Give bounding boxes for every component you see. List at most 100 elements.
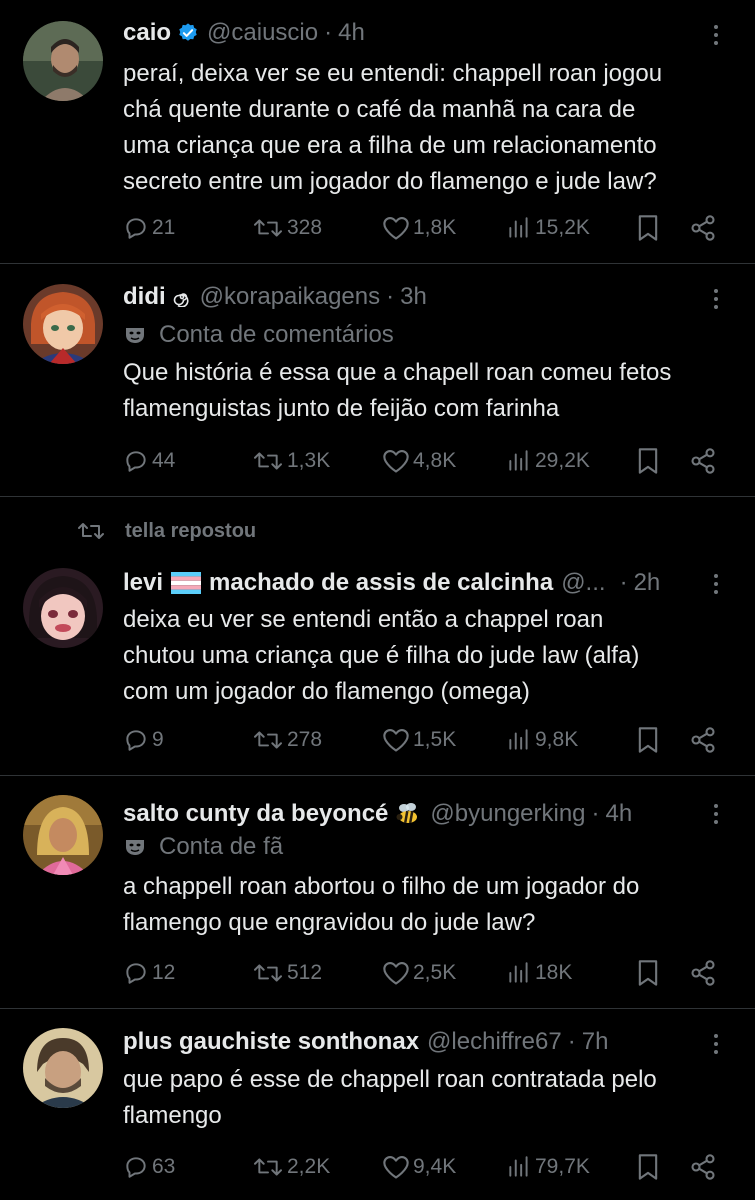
action-bar: 44 1,3K 4,8K 29,2K: [0, 444, 755, 478]
share-icon: [691, 727, 715, 753]
reply-button[interactable]: 12: [123, 956, 175, 990]
heart-icon: [383, 962, 409, 985]
timestamp[interactable]: 3h: [400, 283, 427, 311]
like-button[interactable]: 2,5K: [382, 956, 456, 990]
heart-icon: [383, 450, 409, 473]
tweet-text: a chappell roan abortou o filho de um jo…: [123, 873, 640, 936]
more-options-icon[interactable]: [706, 1029, 726, 1059]
more-options-icon[interactable]: [706, 284, 726, 314]
share-icon: [691, 215, 715, 241]
avatar[interactable]: [23, 568, 103, 648]
bookmark-button[interactable]: [636, 211, 660, 245]
action-bar: 12 512 2,5K 18K: [0, 956, 755, 990]
views-button[interactable]: 18K: [506, 956, 572, 990]
like-button[interactable]: 4,8K: [382, 444, 456, 478]
repost-icon: [254, 219, 282, 237]
repost-button[interactable]: 2,2K: [252, 1150, 330, 1184]
bookmark-icon: [638, 1154, 658, 1180]
author-name[interactable]: salto cunty da beyoncé: [123, 800, 388, 828]
author-handle[interactable]: @...: [561, 569, 605, 597]
repost-icon: [78, 523, 104, 539]
repost-icon: [254, 1158, 282, 1176]
bookmark-icon: [638, 960, 658, 986]
like-button[interactable]: 1,8K: [382, 211, 456, 245]
tweet-text: Que história é essa que a chapell roan c…: [123, 359, 672, 422]
reply-button[interactable]: 9: [123, 723, 164, 757]
reply-button[interactable]: 63: [123, 1150, 175, 1184]
views-icon: [509, 962, 528, 983]
repost-button[interactable]: 278: [252, 723, 322, 757]
account-label: Conta de comentários: [123, 318, 394, 352]
reply-button[interactable]: 21: [123, 211, 175, 245]
divider: [0, 496, 755, 497]
author-handle[interactable]: @caiuscio: [207, 19, 318, 47]
separator: ·: [324, 19, 333, 46]
bookmark-button[interactable]: [636, 444, 660, 478]
heart-icon: [383, 729, 409, 752]
repost-button[interactable]: 328: [252, 211, 322, 245]
views-button[interactable]: 79,7K: [506, 1150, 590, 1184]
separator: ·: [567, 1028, 576, 1055]
timestamp[interactable]: 4h: [606, 800, 633, 828]
verified-badge-icon: [177, 22, 199, 44]
share-button[interactable]: [689, 211, 717, 245]
author-name-rest[interactable]: machado de assis de calcinha: [209, 569, 553, 597]
action-bar: 21 328 1,8K 15,2K: [0, 211, 755, 245]
avatar[interactable]: [23, 795, 103, 875]
repost-context[interactable]: tella repostou: [77, 516, 256, 546]
more-options-icon[interactable]: [706, 20, 726, 50]
author-handle[interactable]: @byungerking: [430, 800, 585, 828]
author-handle[interactable]: @korapaikagens: [200, 283, 380, 311]
views-button[interactable]: 29,2K: [506, 444, 590, 478]
more-options-icon[interactable]: [706, 569, 726, 599]
author-name[interactable]: levi: [123, 569, 163, 597]
mask-icon: [126, 840, 144, 855]
divider: [0, 263, 755, 264]
share-button[interactable]: [689, 723, 717, 757]
bookmark-button[interactable]: [636, 1150, 660, 1184]
views-icon: [509, 729, 528, 750]
author-name[interactable]: plus gauchiste sonthonax: [123, 1028, 419, 1056]
more-options-icon[interactable]: [706, 799, 726, 829]
views-icon: [509, 450, 528, 471]
action-bar: 63 2,2K 9,4K 79,7K: [0, 1150, 755, 1184]
views-button[interactable]: 15,2K: [506, 211, 590, 245]
avatar[interactable]: [23, 284, 103, 364]
reply-icon: [126, 1157, 146, 1178]
author-handle[interactable]: @lechiffre67: [427, 1028, 562, 1056]
divider: [0, 1008, 755, 1009]
heart-icon: [383, 1156, 409, 1179]
views-button[interactable]: 9,8K: [506, 723, 578, 757]
like-button[interactable]: 9,4K: [382, 1150, 456, 1184]
timestamp[interactable]: 2h: [634, 569, 661, 597]
like-button[interactable]: 1,5K: [382, 723, 456, 757]
bookmark-icon: [638, 215, 658, 241]
timestamp[interactable]: 4h: [338, 19, 365, 47]
share-icon: [691, 448, 715, 474]
tweet-text: que papo é esse de chappell roan contrat…: [123, 1066, 657, 1129]
bookmark-icon: [638, 727, 658, 753]
repost-icon: [254, 452, 282, 470]
tweet-text: peraí, deixa ver se eu entendi: chappell…: [123, 60, 663, 195]
share-button[interactable]: [689, 444, 717, 478]
author-name[interactable]: didi: [123, 283, 166, 311]
reply-button[interactable]: 44: [123, 444, 175, 478]
author-name[interactable]: caio: [123, 19, 171, 47]
reply-icon: [126, 730, 146, 751]
bookmark-button[interactable]: [636, 956, 660, 990]
views-icon: [509, 217, 528, 238]
repost-button[interactable]: 1,3K: [252, 444, 330, 478]
share-button[interactable]: [689, 956, 717, 990]
reply-icon: [126, 963, 146, 984]
share-icon: [691, 960, 715, 986]
share-icon: [691, 1154, 715, 1180]
action-bar: 9 278 1,5K 9,8K: [0, 723, 755, 757]
repost-button[interactable]: 512: [252, 956, 322, 990]
avatar[interactable]: [23, 1028, 103, 1108]
bookmark-button[interactable]: [636, 723, 660, 757]
avatar[interactable]: [23, 21, 103, 101]
share-button[interactable]: [689, 1150, 717, 1184]
timestamp[interactable]: 7h: [582, 1028, 609, 1056]
spiral-emoji-icon: [172, 287, 192, 307]
bee-emoji-icon: [394, 802, 422, 826]
